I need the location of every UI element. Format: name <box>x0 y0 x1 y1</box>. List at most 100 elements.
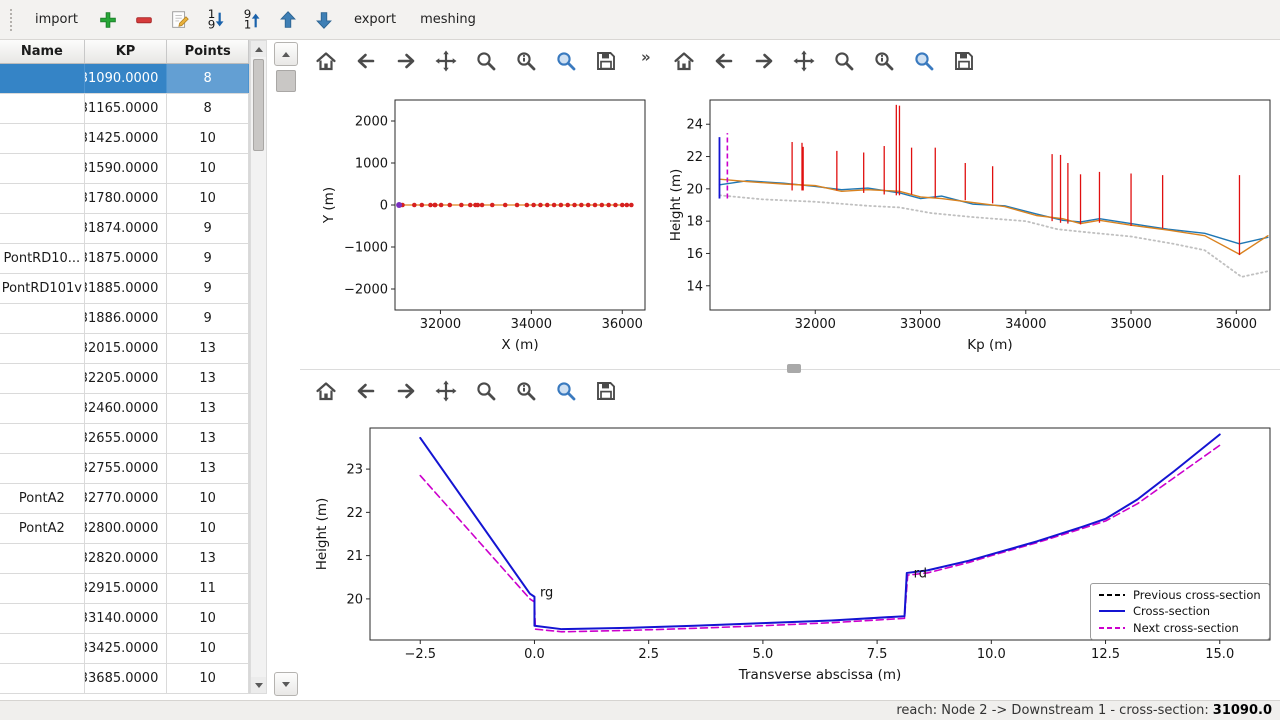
xy-plot[interactable]: 320003400036000200010000−1000−2000X (m)Y… <box>305 80 655 358</box>
table-row[interactable]: 32915.000011 <box>0 574 249 604</box>
table-row[interactable]: 33425.000010 <box>0 634 249 664</box>
remove-cross-section-button[interactable] <box>129 6 159 34</box>
column-header-name[interactable]: Name <box>0 40 85 63</box>
forward-button[interactable] <box>392 47 420 75</box>
pan-button[interactable] <box>432 377 460 405</box>
table-row[interactable]: 31780.000010 <box>0 184 249 214</box>
zoom-region-icon <box>912 49 936 73</box>
save-icon <box>952 49 976 73</box>
svg-text:5.0: 5.0 <box>753 647 774 662</box>
pane-scroll-down-button[interactable] <box>274 672 298 696</box>
toolbar-grip[interactable] <box>10 9 16 31</box>
zoom-info-button[interactable] <box>512 377 540 405</box>
move-down-button[interactable] <box>309 6 339 34</box>
table-row[interactable]: 32820.000013 <box>0 544 249 574</box>
pan-icon <box>434 49 458 73</box>
svg-text:1: 1 <box>244 17 252 31</box>
cell-kp: 31780.0000 <box>85 184 168 213</box>
move-up-button[interactable] <box>273 6 303 34</box>
zoom-button[interactable] <box>472 377 500 405</box>
svg-text:0: 0 <box>380 199 388 214</box>
toolbar-overflow-chevron[interactable]: » <box>641 48 651 66</box>
cell-points: 8 <box>167 64 249 93</box>
table-scrollbar-thumb[interactable] <box>253 59 264 151</box>
pan-button[interactable] <box>432 47 460 75</box>
back-button[interactable] <box>352 377 380 405</box>
table-row[interactable]: 31425.000010 <box>0 124 249 154</box>
home-button[interactable] <box>312 377 340 405</box>
profile-plot[interactable]: 3200033000340003500036000141618202224Kp … <box>660 80 1280 358</box>
sort-ascending-button[interactable]: 19 <box>201 6 231 34</box>
table-row[interactable]: 31886.00009 <box>0 304 249 334</box>
table-row[interactable]: 32460.000013 <box>0 394 249 424</box>
home-button[interactable] <box>312 47 340 75</box>
cell-kp: 31885.0000 <box>85 274 168 303</box>
cell-name <box>0 334 85 363</box>
svg-text:23: 23 <box>346 463 363 478</box>
sort-descending-button[interactable]: 91 <box>237 6 267 34</box>
add-cross-section-button[interactable] <box>93 6 123 34</box>
save-button[interactable] <box>592 47 620 75</box>
table-row[interactable]: 31090.00008 <box>0 64 249 94</box>
cell-kp: 32460.0000 <box>85 394 168 423</box>
zoom-region-button[interactable] <box>552 47 580 75</box>
cross-section-plot[interactable]: −2.50.02.55.07.510.012.515.020212223Tran… <box>305 410 1280 698</box>
table-row[interactable]: PontRD10...31875.00009 <box>0 244 249 274</box>
table-row[interactable]: PontA232770.000010 <box>0 484 249 514</box>
pane-scrollbar-thumb[interactable] <box>276 70 296 92</box>
cell-name: PontA2 <box>0 484 85 513</box>
zoom-button[interactable] <box>830 47 858 75</box>
import-button[interactable]: import <box>26 7 87 32</box>
svg-text:35000: 35000 <box>1110 317 1151 332</box>
table-row[interactable]: 32205.000013 <box>0 364 249 394</box>
column-header-points[interactable]: Points <box>167 40 249 63</box>
cell-name <box>0 604 85 633</box>
scroll-down-icon <box>255 683 263 688</box>
cell-name: PontRD101v <box>0 274 85 303</box>
table-row[interactable]: 32755.000013 <box>0 454 249 484</box>
pan-button[interactable] <box>790 47 818 75</box>
xy-plot-toolbar <box>312 44 620 78</box>
save-button[interactable] <box>950 47 978 75</box>
table-row[interactable]: PontA232800.000010 <box>0 514 249 544</box>
meshing-button[interactable]: meshing <box>411 7 485 32</box>
cell-points: 10 <box>167 124 249 153</box>
table-scroll-down-button[interactable] <box>251 677 266 693</box>
edit-cross-section-button[interactable] <box>165 6 195 34</box>
zoom-button[interactable] <box>472 47 500 75</box>
table-row[interactable]: 33140.000010 <box>0 604 249 634</box>
table-row[interactable]: 31590.000010 <box>0 154 249 184</box>
svg-text:−1000: −1000 <box>344 241 388 256</box>
column-header-kp[interactable]: KP <box>85 40 168 63</box>
table-row[interactable]: PontRD101v31885.00009 <box>0 274 249 304</box>
table-scroll-up-button[interactable] <box>251 41 266 57</box>
table-row[interactable]: 32015.000013 <box>0 334 249 364</box>
svg-text:22: 22 <box>686 150 703 165</box>
back-button[interactable] <box>352 47 380 75</box>
table-row[interactable]: 33685.000010 <box>0 664 249 694</box>
export-button[interactable]: export <box>345 7 405 32</box>
cell-name <box>0 184 85 213</box>
forward-button[interactable] <box>750 47 778 75</box>
forward-button[interactable] <box>392 377 420 405</box>
cell-points: 10 <box>167 634 249 663</box>
cell-kp: 32015.0000 <box>85 334 168 363</box>
zoom-info-button[interactable] <box>512 47 540 75</box>
zoom-icon <box>832 49 856 73</box>
forward-icon <box>752 49 776 73</box>
save-button[interactable] <box>592 377 620 405</box>
table-row[interactable]: 31165.00008 <box>0 94 249 124</box>
zoom-info-button[interactable] <box>870 47 898 75</box>
table-row[interactable]: 31874.00009 <box>0 214 249 244</box>
pane-scroll-up-button[interactable] <box>274 42 298 66</box>
table-scrollbar[interactable] <box>250 40 267 694</box>
splitter-handle[interactable] <box>787 364 801 373</box>
zoom-region-button[interactable] <box>552 377 580 405</box>
back-button[interactable] <box>710 47 738 75</box>
home-button[interactable] <box>670 47 698 75</box>
cell-kp: 31165.0000 <box>85 94 168 123</box>
zoom-region-icon <box>554 49 578 73</box>
svg-text:−2.5: −2.5 <box>404 647 436 662</box>
table-row[interactable]: 32655.000013 <box>0 424 249 454</box>
zoom-region-button[interactable] <box>910 47 938 75</box>
